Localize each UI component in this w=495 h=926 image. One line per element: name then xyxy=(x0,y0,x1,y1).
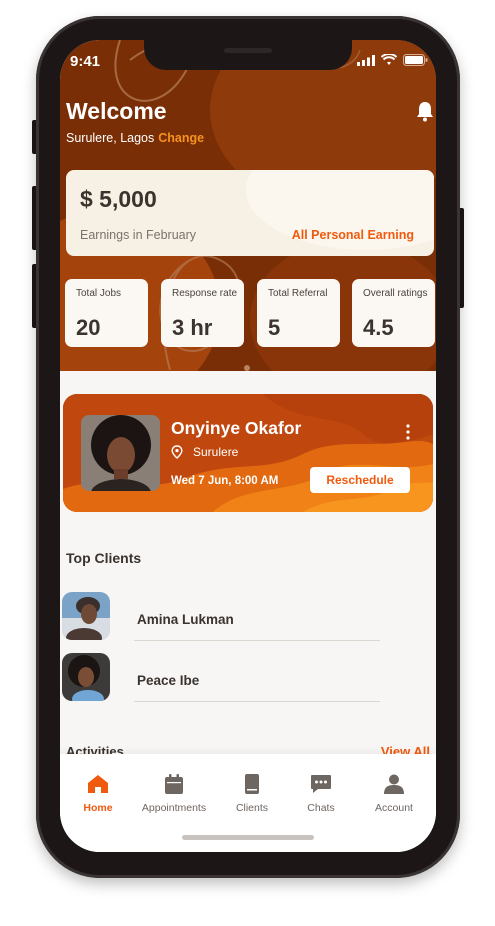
stat-value: 4.5 xyxy=(363,315,394,340)
client-avatar xyxy=(62,653,110,701)
notch xyxy=(144,40,352,70)
stat-total-referral: Total Referral 5 xyxy=(257,279,340,347)
divider xyxy=(134,640,380,641)
wifi-icon xyxy=(381,54,397,65)
tab-appointments[interactable]: Appointments xyxy=(134,754,214,824)
stat-value: 20 xyxy=(76,315,101,340)
client-list-item[interactable]: Peace Ibe xyxy=(62,653,436,713)
tab-label: Home xyxy=(83,802,113,814)
client-name: Amina Lukman xyxy=(137,612,234,627)
home-indicator xyxy=(182,835,314,840)
client-name: Peace Ibe xyxy=(137,673,200,688)
welcome-title: Welcome xyxy=(66,98,167,124)
appointment-card[interactable]: Onyinye Okafor Surulere Wed 7 Jun, 8:00 … xyxy=(63,394,433,512)
calendar-icon xyxy=(165,774,183,794)
tab-chats[interactable]: Chats xyxy=(281,754,361,824)
stat-label: Total Jobs xyxy=(76,288,122,299)
client-avatar xyxy=(62,592,110,640)
client-photo xyxy=(81,415,160,491)
battery-icon xyxy=(403,54,428,66)
chat-icon xyxy=(311,775,331,793)
more-options-icon[interactable] xyxy=(405,424,411,440)
tab-account[interactable]: Account xyxy=(354,754,434,824)
stat-overall-ratings: Overall ratings 4.5 xyxy=(352,279,435,347)
appointment-client-name: Onyinye Okafor xyxy=(171,418,302,438)
change-location-link[interactable]: Change xyxy=(158,131,204,145)
stat-value: 3 hr xyxy=(172,315,213,340)
location-pin-icon xyxy=(171,445,183,459)
reschedule-button[interactable]: Reschedule xyxy=(310,467,410,493)
earnings-label: Earnings in February xyxy=(80,228,197,242)
tab-label: Appointments xyxy=(141,802,207,814)
tab-clients[interactable]: Clients xyxy=(212,754,292,824)
phone-screen: 9:41 Welcome Surulere, Lagos Change $ 5,… xyxy=(60,40,436,852)
person-icon xyxy=(384,774,404,794)
client-list-item[interactable]: Amina Lukman xyxy=(62,592,436,652)
stat-response-rate: Response rate 3 hr xyxy=(161,279,244,347)
tab-home[interactable]: Home xyxy=(60,754,138,824)
bell-icon[interactable] xyxy=(414,100,436,122)
tab-label: Clients xyxy=(235,802,269,814)
bottom-tab-bar: Home Appointments Clients Chats Account xyxy=(60,754,436,852)
tab-label: Chats xyxy=(307,802,335,814)
status-time: 9:41 xyxy=(70,53,101,70)
stat-total-jobs: Total Jobs 20 xyxy=(65,279,148,347)
stat-label: Overall ratings xyxy=(363,288,428,299)
earnings-card: $ 5,000 Earnings in February All Persona… xyxy=(66,170,434,256)
location-text: Surulere, Lagos xyxy=(66,131,155,145)
stat-label: Total Referral xyxy=(268,288,328,299)
top-clients-title: Top Clients xyxy=(66,550,142,566)
tab-label: Account xyxy=(375,802,413,814)
stat-label: Response rate xyxy=(172,288,238,299)
book-icon xyxy=(245,774,259,794)
appointment-datetime: Wed 7 Jun, 8:00 AM xyxy=(171,475,279,487)
divider xyxy=(134,701,380,702)
cellular-signal-icon xyxy=(357,54,375,66)
stat-value: 5 xyxy=(268,315,281,340)
home-icon xyxy=(88,775,108,793)
stats-row: Total Jobs 20 Response rate 3 hr Total R… xyxy=(65,279,435,347)
earnings-amount: $ 5,000 xyxy=(80,186,157,212)
all-personal-earning-link[interactable]: All Personal Earning xyxy=(292,228,414,242)
appointment-location: Surulere xyxy=(193,445,239,459)
location-line: Surulere, Lagos Change xyxy=(66,131,204,145)
